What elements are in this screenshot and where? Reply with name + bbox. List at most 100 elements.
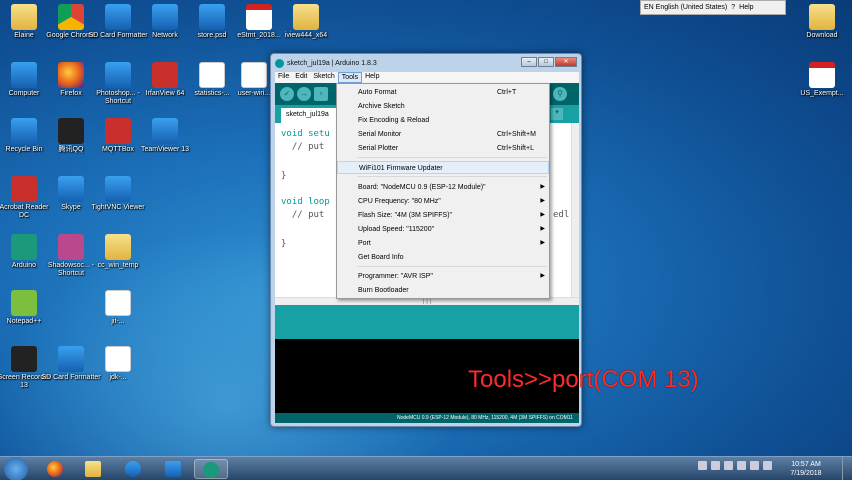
- minimize-icon[interactable]: –: [521, 57, 537, 67]
- skype-icon: [125, 461, 141, 477]
- message-area: [275, 305, 579, 339]
- desktop-icon-cc-win-temp[interactable]: cc_win_temp: [88, 234, 148, 270]
- taskbar-explorer[interactable]: [76, 459, 110, 479]
- arduino-icon: [11, 234, 37, 260]
- folder-icon: [85, 461, 101, 477]
- menu-item-board[interactable]: Board: "NodeMCU 0.9 (ESP-12 Module)" ▶: [337, 181, 549, 194]
- clock-date: 7/19/2018: [790, 470, 822, 477]
- desktop-icon-download[interactable]: Download: [792, 4, 852, 40]
- taskbar-network-app[interactable]: [156, 459, 190, 479]
- desktop-icon-us-exempt[interactable]: US_Exempt...: [792, 62, 852, 98]
- document-icon: [241, 62, 267, 88]
- code-line-tail: edl: [553, 210, 570, 220]
- taskbar: 10:57 AM 7/19/2018: [0, 456, 852, 480]
- menu-item-wifi101-updater[interactable]: WiFi101 Firmware Updater: [337, 161, 549, 174]
- desktop-icon-notepadpp[interactable]: Notepad++: [0, 290, 54, 326]
- taskbar-skype[interactable]: [116, 459, 150, 479]
- network-app-icon: [165, 461, 181, 477]
- tab-sketch[interactable]: sketch_jul19a: [281, 108, 343, 123]
- language-bar[interactable]: EN English (United States) ? Help: [640, 0, 786, 15]
- start-button[interactable]: [4, 457, 28, 480]
- desktop-icon-iview[interactable]: iview444_x64: [276, 4, 336, 40]
- close-icon[interactable]: ✕: [555, 57, 577, 67]
- language-text[interactable]: EN English (United States): [644, 4, 727, 11]
- psd-file-icon: [199, 4, 225, 30]
- sd-card-icon: [58, 346, 84, 372]
- menu-help[interactable]: Help: [362, 72, 382, 83]
- menu-bar: File Edit Sketch Tools Help: [275, 72, 579, 83]
- taskbar-firefox[interactable]: [38, 459, 72, 479]
- firefox-icon: [47, 461, 63, 477]
- language-help[interactable]: Help: [739, 4, 753, 11]
- menu-item-programmer[interactable]: Programmer: "AVR ISP" ▶: [337, 270, 549, 283]
- menu-item-auto-format[interactable]: Auto Format Ctrl+T: [337, 86, 549, 99]
- tray-icon[interactable]: [763, 461, 772, 470]
- menu-separator: [357, 266, 547, 267]
- menu-item-fix-encoding[interactable]: Fix Encoding & Reload: [337, 114, 549, 127]
- menu-item-flash-size[interactable]: Flash Size: "4M (3M SPIFFS)" ▶: [337, 209, 549, 222]
- document-icon: [199, 62, 225, 88]
- window-controls: – □ ✕: [521, 57, 577, 67]
- java-icon: [105, 346, 131, 372]
- show-desktop-button[interactable]: [842, 457, 852, 480]
- skype-icon: [58, 176, 84, 202]
- new-icon[interactable]: ▫: [314, 87, 328, 101]
- menu-item-archive-sketch[interactable]: Archive Sketch: [337, 100, 549, 113]
- folder-icon: [293, 4, 319, 30]
- verify-icon[interactable]: ✓: [280, 87, 294, 101]
- submenu-arrow-icon: ▶: [540, 226, 545, 232]
- submenu-arrow-icon: ▶: [540, 198, 545, 204]
- menu-separator: [357, 157, 547, 158]
- pdf-icon: [809, 62, 835, 88]
- menu-tools[interactable]: Tools: [337, 72, 363, 83]
- photoshop-icon: [105, 62, 131, 88]
- tray-icon[interactable]: [737, 461, 746, 470]
- tightvnc-icon: [105, 176, 131, 202]
- help-icon[interactable]: ?: [731, 4, 735, 11]
- upload-icon[interactable]: →: [297, 87, 311, 101]
- menu-sketch[interactable]: Sketch: [310, 72, 337, 83]
- desktop-icon-java-2[interactable]: jdk-...: [88, 346, 148, 382]
- arduino-icon: [203, 462, 219, 478]
- code-line: }: [281, 239, 287, 249]
- tab-menu-chevron-icon[interactable]: ▾: [551, 108, 563, 120]
- menu-file[interactable]: File: [275, 72, 292, 83]
- tray-icon[interactable]: [711, 461, 720, 470]
- code-line: }: [281, 171, 287, 181]
- menu-item-serial-plotter[interactable]: Serial Plotter Ctrl+Shift+L: [337, 142, 549, 155]
- maximize-icon[interactable]: □: [538, 57, 554, 67]
- menu-edit[interactable]: Edit: [292, 72, 310, 83]
- chrome-icon: [58, 4, 84, 30]
- menu-item-get-board-info[interactable]: Get Board Info: [337, 251, 549, 264]
- menu-item-burn-bootloader[interactable]: Burn Bootloader: [337, 284, 549, 297]
- tray-icon[interactable]: [724, 461, 733, 470]
- serial-monitor-icon[interactable]: ⚲: [553, 87, 567, 101]
- arduino-app-icon: [275, 58, 284, 68]
- shadowsocks-icon: [58, 234, 84, 260]
- code-line: void setu: [281, 129, 330, 139]
- code-line: // put: [281, 142, 325, 152]
- clock[interactable]: 10:57 AM 7/19/2018: [784, 460, 828, 478]
- submenu-arrow-icon: ▶: [540, 273, 545, 279]
- editor-vertical-scrollbar[interactable]: [571, 123, 579, 297]
- taskbar-arduino[interactable]: [194, 459, 228, 479]
- irfanview-icon: [152, 62, 178, 88]
- submenu-arrow-icon: ▶: [540, 240, 545, 246]
- firefox-icon: [58, 62, 84, 88]
- java-icon: [105, 290, 131, 316]
- desktop-icon-teamviewer[interactable]: TeamViewer 13: [135, 118, 195, 154]
- pdf-icon: [246, 4, 272, 30]
- menu-item-port[interactable]: Port ▶: [337, 237, 549, 250]
- desktop-icon-tightvnc[interactable]: TightVNC Viewer: [88, 176, 148, 212]
- menu-item-cpu-frequency[interactable]: CPU Frequency: "80 MHz" ▶: [337, 195, 549, 208]
- window-title: sketch_jul19a | Arduino 1.8.3: [287, 59, 377, 67]
- tray-icon[interactable]: [750, 461, 759, 470]
- tray-icon[interactable]: [698, 461, 707, 470]
- desktop-icon-java-1[interactable]: jit-...: [88, 290, 148, 326]
- menu-separator: [357, 176, 547, 177]
- status-bar: NodeMCU 0.9 (ESP-12 Module), 80 MHz, 115…: [275, 413, 579, 423]
- menu-item-serial-monitor[interactable]: Serial Monitor Ctrl+Shift+M: [337, 128, 549, 141]
- menu-item-upload-speed[interactable]: Upload Speed: "115200" ▶: [337, 223, 549, 236]
- qq-icon: [58, 118, 84, 144]
- folder-icon: [11, 4, 37, 30]
